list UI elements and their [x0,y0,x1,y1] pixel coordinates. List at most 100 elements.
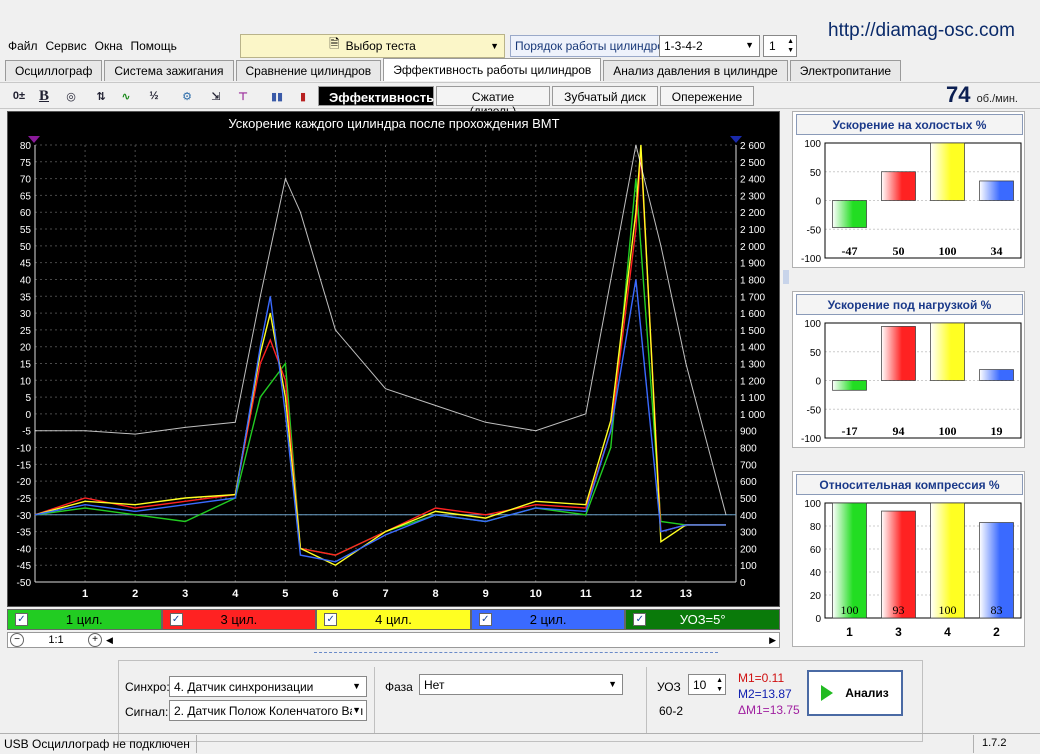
spin-arrows-icon[interactable]: ▲ ▼ [716,676,723,694]
left-tick-label: 75 [20,158,32,169]
legend-uoz-label: УОЗ=5° [679,612,726,627]
left-tick-label: -40 [17,544,32,555]
bar-1 [832,502,867,619]
legend-uoz[interactable]: ✓ УОЗ=5° [625,609,780,630]
bar-category-label: 3 [895,265,902,267]
bar-tick-label: 0 [815,614,821,625]
bar-chart-icon[interactable]: ▮ [292,86,314,106]
right-tick-label: 1 700 [740,292,765,303]
legend-cyl2[interactable]: ✓ 2 цил. [470,609,626,630]
horizontal-scrollbar[interactable] [113,634,769,646]
bars-icon[interactable]: ▮▮ [266,86,288,106]
checkbox-icon[interactable]: ✓ [15,613,28,626]
menu-service[interactable]: Сервис [46,39,87,53]
menu-windows[interactable]: Окна [95,39,123,53]
x-tick-label: 11 [580,588,592,600]
bar-category-label: 1 [846,625,853,639]
tab-ignition[interactable]: Система зажигания [104,60,234,81]
bar-category-label: 4 [944,265,951,267]
cyl-order-select[interactable]: 1-3-4-2 ▼ [659,35,760,57]
menu-help[interactable]: Помощь [131,39,177,53]
right-tick-label: 2 000 [740,242,765,253]
scroll-right-icon[interactable]: ▶ [769,635,776,646]
bar-3 [881,326,916,381]
scroll-left-icon[interactable]: ◀ [106,635,113,646]
bar-value-label: -17 [842,424,858,438]
phase-select[interactable]: Нет ▼ [419,674,623,695]
x-tick-label: 9 [483,588,489,600]
zoom-out-icon[interactable]: − [10,633,24,647]
document-icon: 🗎 [329,36,340,51]
filter-icon[interactable]: ⊤ [232,86,254,106]
signal-select[interactable]: 2. Датчик Полож Коленчатого Вал ▼ [169,700,367,721]
chevron-down-icon: ▼ [490,41,499,51]
rpm-icon[interactable]: ◎ [60,86,82,106]
bar-tick-label: -100 [801,254,821,265]
right-tick-label: 1 200 [740,376,765,387]
sync-select[interactable]: 4. Датчик синхронизации ▼ [169,676,367,697]
right-tick-label: 2 600 [740,141,765,152]
menu-file[interactable]: Файл [8,39,38,53]
left-tick-label: 15 [20,360,32,371]
tab-power[interactable]: Электропитание [789,60,902,81]
chip-icon[interactable]: ⚙ [176,86,198,106]
subtab-toothed-disk[interactable]: Зубчатый диск [552,86,658,106]
left-tick-label: -10 [17,444,32,455]
pane-divider [374,667,375,733]
rpm-value: 74 [946,82,971,107]
right-tick-label: 1 600 [740,309,765,320]
m2-value: M2=13.87 [738,687,792,701]
fraction-icon[interactable]: ½ [143,86,165,106]
sync-label: Синхро: [125,680,170,694]
legend-cyl1[interactable]: ✓ 1 цил. [7,609,162,630]
bar-category-label: 3 [895,625,902,639]
subtab-advance[interactable]: Опережение [660,86,754,106]
tab-oscilloscope[interactable]: Осциллограф [5,60,103,81]
acceleration-chart-svg: Ускорение каждого цилиндра после прохожд… [17,116,766,600]
bar-tick-label: 100 [804,139,821,150]
subtab-compression[interactable]: Сжатие (дизель) [436,86,550,118]
settings-pane: Синхро: 4. Датчик синхронизации ▼ Сигнал:… [118,660,923,742]
bar-value-label: 94 [893,424,905,438]
checkbox-icon[interactable]: ✓ [633,613,647,626]
count-icon[interactable]: ⇲ [205,86,227,106]
left-tick-label: -35 [17,528,32,539]
analyze-button[interactable]: Анализ [807,670,903,716]
left-tick-label: -5 [22,427,31,438]
dm1-value: ΔM1=13.75 [738,703,800,717]
legend-cyl4[interactable]: ✓ 4 цил. [316,609,471,630]
bar-tick-label: 0 [815,197,821,208]
spin-arrows-icon[interactable]: ▲ ▼ [787,37,794,55]
side-splitter[interactable] [783,270,789,284]
tab-cyl-compare[interactable]: Сравнение цилиндров [235,60,382,81]
tab-pressure[interactable]: Анализ давления в цилиндре [603,60,788,81]
test-select[interactable]: 🗎 Выбор теста ▼ [240,34,505,58]
pane-divider [646,667,647,733]
checkbox-icon[interactable]: ✓ [478,613,492,626]
checkbox-icon[interactable]: ✓ [169,613,183,626]
bar-value-label: 19 [991,424,1003,438]
legend-cyl4-label: 4 цил. [375,612,412,627]
acceleration-chart[interactable]: Ускорение каждого цилиндра после прохожд… [7,111,780,607]
bar-4 [930,322,965,381]
sort-icon[interactable]: ⇅ [90,86,112,106]
bold-icon[interactable]: B [33,86,55,106]
legend-cyl3[interactable]: ✓ 3 цил. [161,609,317,630]
tab-cyl-efficiency[interactable]: Эффективность работы цилиндров [383,58,602,81]
right-tick-label: 700 [740,460,757,471]
checkbox-icon[interactable]: ✓ [324,613,338,626]
bar-tick-label: 80 [810,522,822,533]
signal-value: 2. Датчик Полож Коленчатого Вал [174,704,364,718]
cyl-order-spin[interactable]: 1 ▲ ▼ [763,35,797,57]
cyl-order-spin-value: 1 [769,39,776,53]
cyl-order-label: Порядок работы цилиндров [510,35,676,57]
bar-value-label: 100 [939,603,957,617]
zoom-in-icon[interactable]: + [88,633,102,647]
splitter-handle[interactable] [314,652,718,658]
offset-icon[interactable]: 0± [8,86,30,106]
bar-category-label: 4 [944,445,951,447]
bar-tick-label: -50 [807,405,822,416]
subtab-efficiency[interactable]: Эффективность [318,86,434,106]
wave-icon[interactable]: ∿ [115,86,137,106]
uoz-spin[interactable]: 10 ▲ ▼ [688,674,726,695]
